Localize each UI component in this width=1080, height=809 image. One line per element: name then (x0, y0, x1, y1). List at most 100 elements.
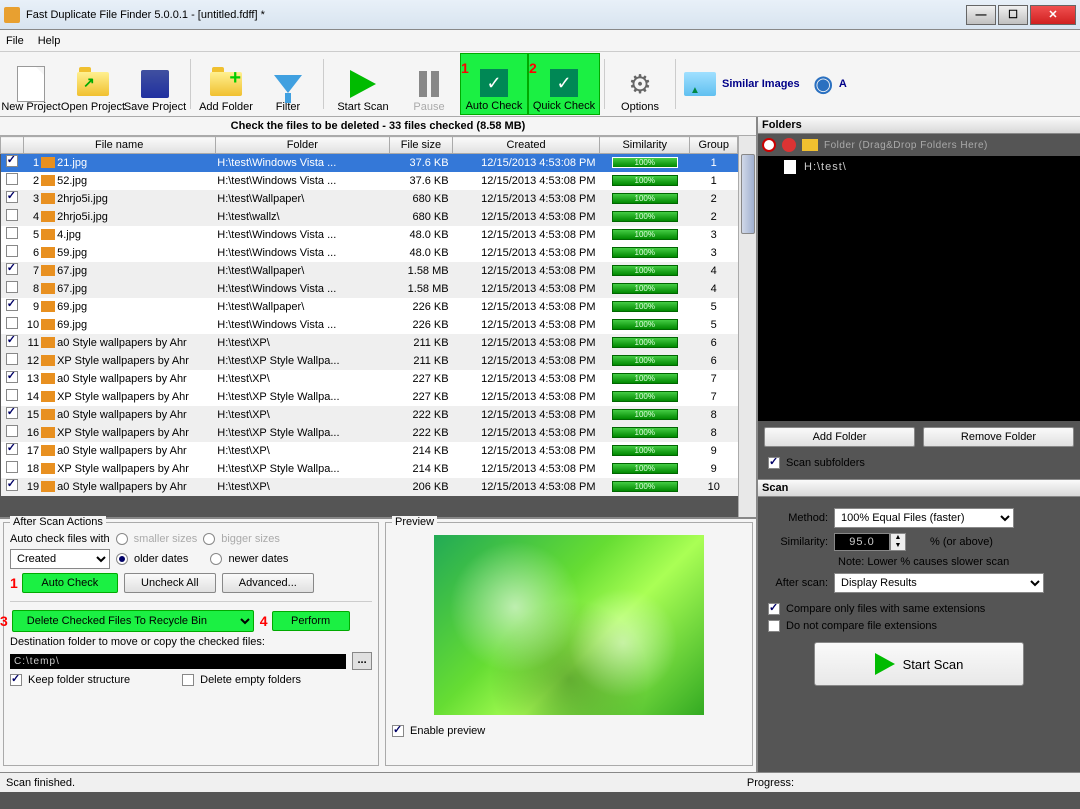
table-row[interactable]: 13a0 Style wallpapers by AhrH:\test\XP\2… (1, 370, 738, 388)
row-checkbox[interactable] (6, 425, 18, 437)
row-checkbox[interactable] (6, 479, 18, 491)
table-row[interactable]: 121.jpgH:\test\Windows Vista ...37.6 KB1… (1, 154, 738, 172)
audio-link[interactable]: ◉A (814, 71, 847, 97)
filter-button[interactable]: Filter (257, 53, 319, 115)
save-project-button[interactable]: Save Project (124, 53, 186, 115)
close-button[interactable]: ✕ (1030, 5, 1076, 25)
similarity-spinner[interactable]: ▲▼ (834, 533, 924, 551)
dest-path[interactable]: C:\temp\ (10, 654, 346, 669)
action-select[interactable]: Delete Checked Files To Recycle Bin (12, 610, 254, 632)
row-checkbox[interactable] (6, 281, 18, 293)
row-checkbox[interactable] (6, 353, 18, 365)
folders-list[interactable]: H:\test\ (758, 156, 1080, 421)
row-checkbox[interactable] (6, 443, 18, 455)
method-select[interactable]: 100% Equal Files (faster) (834, 508, 1014, 528)
method-label: Method: (768, 512, 828, 524)
col-check[interactable] (1, 137, 24, 154)
no-ext-checkbox[interactable] (768, 620, 780, 632)
table-row[interactable]: 11a0 Style wallpapers by AhrH:\test\XP\2… (1, 334, 738, 352)
row-checkbox[interactable] (6, 155, 18, 167)
after-scan-select[interactable]: Display Results (834, 573, 1044, 593)
table-row[interactable]: 14XP Style wallpapers by AhrH:\test\XP S… (1, 388, 738, 406)
auto-check-action-button[interactable]: Auto Check (22, 573, 118, 593)
new-project-button[interactable]: New Project (0, 53, 62, 115)
table-row[interactable]: 17a0 Style wallpapers by AhrH:\test\XP\2… (1, 442, 738, 460)
col-filename[interactable]: File name (23, 137, 215, 154)
open-project-button[interactable]: Open Project (62, 53, 124, 115)
row-checkbox[interactable] (6, 461, 18, 473)
radio-smaller[interactable] (116, 533, 128, 545)
row-checkbox[interactable] (6, 227, 18, 239)
row-checkbox[interactable] (6, 263, 18, 275)
created-cell: 12/15/2013 4:53:08 PM (453, 154, 600, 172)
remove-folder-button[interactable]: Remove Folder (923, 427, 1074, 447)
compare-ext-checkbox[interactable] (768, 603, 780, 615)
row-checkbox[interactable] (6, 389, 18, 401)
table-row[interactable]: 15a0 Style wallpapers by AhrH:\test\XP\2… (1, 406, 738, 424)
add-folder-button[interactable]: +Add Folder (195, 53, 257, 115)
file-icon (41, 427, 55, 438)
dest-label: Destination folder to move or copy the c… (10, 636, 265, 648)
table-row[interactable]: 969.jpgH:\test\Wallpaper\226 KB12/15/201… (1, 298, 738, 316)
row-checkbox[interactable] (6, 317, 18, 329)
table-row[interactable]: 32hrjo5i.jpgH:\test\Wallpaper\680 KB12/1… (1, 190, 738, 208)
row-checkbox[interactable] (6, 173, 18, 185)
check-header: Check the files to be deleted - 33 files… (0, 117, 756, 136)
menu-help[interactable]: Help (38, 35, 61, 47)
advanced-button[interactable]: Advanced... (222, 573, 314, 593)
browse-button[interactable]: ... (352, 652, 372, 670)
criteria-select[interactable]: Created (10, 549, 110, 569)
app-icon (4, 7, 20, 23)
vertical-scrollbar[interactable] (738, 136, 756, 517)
minimize-button[interactable]: — (966, 5, 996, 25)
similarity-bar: 100% (612, 445, 678, 456)
table-row[interactable]: 19a0 Style wallpapers by AhrH:\test\XP\2… (1, 478, 738, 496)
table-row[interactable]: 867.jpgH:\test\Windows Vista ...1.58 MB1… (1, 280, 738, 298)
options-button[interactable]: ⚙Options (609, 53, 671, 115)
row-checkbox[interactable] (6, 371, 18, 383)
row-checkbox[interactable] (6, 209, 18, 221)
row-checkbox[interactable] (6, 245, 18, 257)
row-checkbox[interactable] (6, 299, 18, 311)
radio-bigger[interactable] (203, 533, 215, 545)
scan-subfolders-checkbox[interactable] (768, 457, 780, 469)
similarity-bar: 100% (612, 373, 678, 384)
col-group[interactable]: Group (690, 137, 738, 154)
enable-preview-checkbox[interactable] (392, 725, 404, 737)
table-row[interactable]: 1069.jpgH:\test\Windows Vista ...226 KB1… (1, 316, 738, 334)
row-checkbox[interactable] (6, 191, 18, 203)
keep-structure-checkbox[interactable] (10, 674, 22, 686)
radio-newer[interactable] (210, 553, 222, 565)
start-scan-button[interactable]: Start Scan (328, 53, 398, 115)
table-row[interactable]: 16XP Style wallpapers by AhrH:\test\XP S… (1, 424, 738, 442)
maximize-button[interactable]: ☐ (998, 5, 1028, 25)
row-checkbox[interactable] (6, 407, 18, 419)
perform-button[interactable]: Perform (272, 611, 350, 631)
table-row[interactable]: 767.jpgH:\test\Wallpaper\1.58 MB12/15/20… (1, 262, 738, 280)
exclude-icon[interactable] (782, 138, 796, 152)
table-row[interactable]: 12XP Style wallpapers by AhrH:\test\XP S… (1, 352, 738, 370)
add-folder-right-button[interactable]: Add Folder (764, 427, 915, 447)
col-similarity[interactable]: Similarity (600, 137, 690, 154)
filename: XP Style wallpapers by Ahr (57, 355, 189, 367)
col-folder[interactable]: Folder (215, 137, 389, 154)
created-cell: 12/15/2013 4:53:08 PM (453, 244, 600, 262)
table-row[interactable]: 659.jpgH:\test\Windows Vista ...48.0 KB1… (1, 244, 738, 262)
radio-older[interactable] (116, 553, 128, 565)
menu-file[interactable]: File (6, 35, 24, 47)
col-created[interactable]: Created (453, 137, 600, 154)
quick-check-button[interactable]: 2✓Quick Check (528, 53, 600, 115)
uncheck-all-button[interactable]: Uncheck All (124, 573, 216, 593)
similar-images-link[interactable]: Similar Images (684, 72, 800, 96)
start-scan-big-button[interactable]: Start Scan (814, 642, 1024, 686)
col-filesize[interactable]: File size (389, 137, 452, 154)
pause-button[interactable]: Pause (398, 53, 460, 115)
table-row[interactable]: 18XP Style wallpapers by AhrH:\test\XP S… (1, 460, 738, 478)
include-icon[interactable] (762, 138, 776, 152)
table-row[interactable]: 252.jpgH:\test\Windows Vista ...37.6 KB1… (1, 172, 738, 190)
auto-check-button[interactable]: 1✓Auto Check (460, 53, 528, 115)
table-row[interactable]: 54.jpgH:\test\Windows Vista ...48.0 KB12… (1, 226, 738, 244)
row-checkbox[interactable] (6, 335, 18, 347)
table-row[interactable]: 42hrjo5i.jpgH:\test\wallz\680 KB12/15/20… (1, 208, 738, 226)
delete-empty-checkbox[interactable] (182, 674, 194, 686)
